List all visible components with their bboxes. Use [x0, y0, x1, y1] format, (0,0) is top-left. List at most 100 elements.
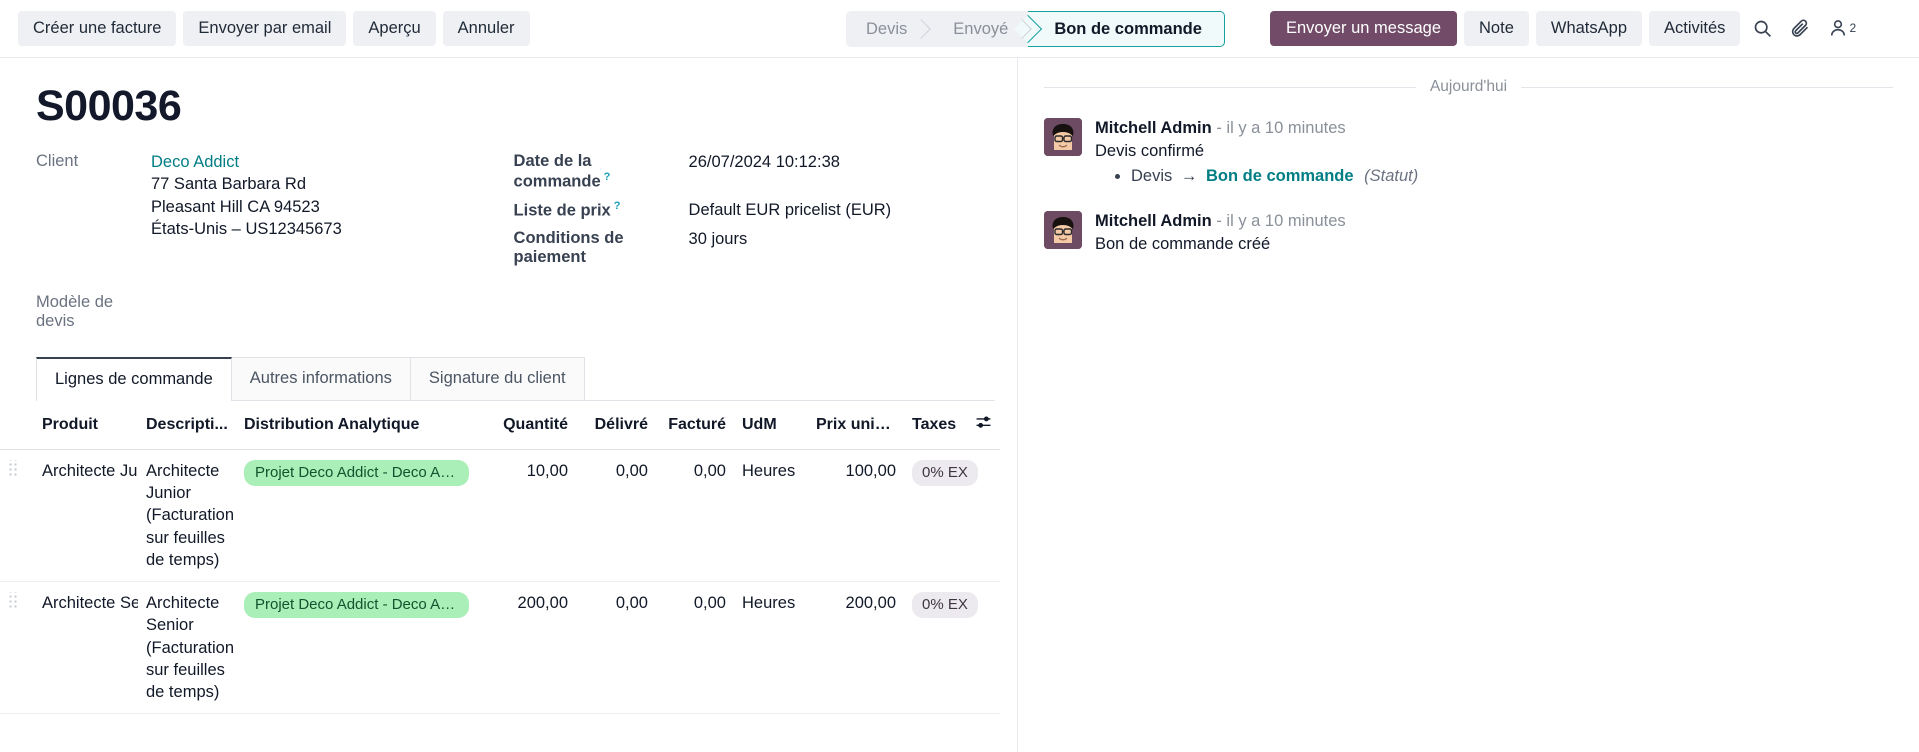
row-uom[interactable]: Heures — [734, 581, 808, 715]
column-product[interactable]: Produit — [34, 400, 138, 450]
quotation-template-label: Modèle de devis — [36, 292, 114, 330]
notebook-tabs: Lignes de commande Autres informations S… — [36, 356, 995, 401]
column-invoiced[interactable]: Facturé — [656, 400, 734, 450]
row-drag-handle-cell[interactable] — [0, 449, 34, 583]
form-columns: Client Deco Addict 77 Santa Barbara Rd P… — [22, 151, 995, 274]
pricelist-value[interactable]: Default EUR pricelist (EUR) — [689, 199, 892, 221]
chatter-panel: Aujourd'hui Mitchell Admin - il y a 10 m… — [1018, 58, 1919, 752]
analytic-tag[interactable]: Projet Deco Addict - Deco Add... — [244, 592, 469, 619]
column-description[interactable]: Descripti... — [138, 400, 236, 450]
column-delivered[interactable]: Délivré — [576, 400, 656, 450]
order-lines-header: Produit Descripti... Distribution Analyt… — [0, 400, 1000, 450]
row-delivered[interactable]: 0,00 — [576, 581, 656, 715]
message-text: Devis confirmé — [1095, 142, 1205, 160]
tracking-new-value: Bon de commande — [1205, 167, 1354, 185]
message-author[interactable]: Mitchell Admin — [1095, 119, 1212, 137]
column-analytic-distribution[interactable]: Distribution Analytique — [236, 400, 478, 450]
row-uom[interactable]: Heures — [734, 449, 808, 583]
drag-handle-icon[interactable] — [8, 592, 19, 610]
action-button-group: Créer une facture Envoyer par email Aper… — [18, 11, 530, 46]
whatsapp-button[interactable]: WhatsApp — [1535, 11, 1642, 46]
tax-tag[interactable]: 0% EX — [912, 459, 978, 487]
column-unit-price[interactable]: Prix unita... — [808, 400, 904, 450]
customer-label: Client — [36, 152, 79, 170]
status-step-bon-de-commande[interactable]: Bon de commande — [1028, 11, 1225, 47]
row-unit-price[interactable]: 100,00 — [808, 449, 904, 583]
row-description[interactable]: Architecte Junior (Facturation sur feuil… — [138, 449, 236, 583]
message-author[interactable]: Mitchell Admin — [1095, 212, 1212, 230]
avatar[interactable] — [1044, 118, 1082, 156]
row-unit-price[interactable]: 200,00 — [808, 581, 904, 715]
row-product[interactable]: Architecte Jur — [34, 449, 138, 583]
day-separator: Aujourd'hui — [1044, 78, 1893, 96]
message-body: Mitchell Admin - il y a 10 minutes Bon d… — [1095, 211, 1893, 257]
table-row[interactable]: Architecte Ser Architecte Senior (Factur… — [0, 581, 1000, 715]
order-date-field-row: Date de la commande? 26/07/2024 10:12:38 — [514, 151, 995, 192]
analytic-tag[interactable]: Projet Deco Addict - Deco Add... — [244, 459, 469, 487]
row-taxes-cell[interactable]: 0% EX — [904, 581, 978, 715]
chatter-action-group: Envoyer un message Note WhatsApp Activit… — [1270, 11, 1861, 46]
pricelist-label: Liste de prix? — [514, 199, 689, 221]
tracking-old-value: Devis — [1131, 167, 1173, 185]
row-description[interactable]: Architecte Senior (Facturation sur feuil… — [138, 581, 236, 715]
address-line-2: Pleasant Hill CA 94523 — [151, 197, 320, 216]
column-options[interactable] — [966, 400, 1000, 450]
row-invoiced[interactable]: 0,00 — [656, 449, 734, 583]
row-taxes-cell[interactable]: 0% EX — [904, 449, 978, 583]
send-message-button[interactable]: Envoyer un message — [1270, 11, 1458, 46]
search-icon[interactable] — [1747, 14, 1778, 43]
followers-icon[interactable]: 2 — [1823, 14, 1861, 42]
help-icon[interactable]: ? — [604, 171, 611, 183]
tax-tag[interactable]: 0% EX — [912, 592, 978, 619]
column-quantity[interactable]: Quantité — [478, 400, 576, 450]
tab-customer-signature[interactable]: Signature du client — [410, 356, 585, 400]
activities-button[interactable]: Activités — [1649, 11, 1741, 46]
quotation-template-field-row: Modèle de devis — [36, 292, 995, 331]
column-handle — [0, 400, 34, 450]
preview-button[interactable]: Aperçu — [353, 11, 436, 46]
row-quantity[interactable]: 10,00 — [478, 449, 576, 583]
body-container: S00036 Client Deco Addict 77 Santa Barba… — [0, 58, 1919, 752]
payment-terms-value[interactable]: 30 jours — [689, 228, 748, 267]
message-text: Bon de commande créé — [1095, 234, 1271, 253]
page-title: S00036 — [36, 82, 182, 130]
row-delivered[interactable]: 0,00 — [576, 449, 656, 583]
sliders-icon[interactable] — [975, 416, 992, 435]
follower-count: 2 — [1849, 21, 1857, 36]
row-quantity[interactable]: 200,00 — [478, 581, 576, 715]
tab-other-info[interactable]: Autres informations — [231, 356, 411, 400]
order-date-label-text: Date de la commande — [513, 152, 601, 191]
column-uom[interactable]: UdM — [734, 400, 808, 450]
row-analytic-cell[interactable]: Projet Deco Addict - Deco Add... — [236, 581, 478, 715]
cancel-button[interactable]: Annuler — [442, 11, 530, 46]
row-analytic-cell[interactable]: Projet Deco Addict - Deco Add... — [236, 449, 478, 583]
order-lines-body: Architecte Jur Architecte Junior (Factur… — [0, 449, 1000, 715]
address-line-1: 77 Santa Barbara Rd — [151, 175, 307, 194]
send-by-email-button[interactable]: Envoyer par email — [183, 11, 347, 46]
order-date-value[interactable]: 26/07/2024 10:12:38 — [689, 151, 840, 192]
control-panel: Créer une facture Envoyer par email Aper… — [0, 0, 1919, 58]
help-icon[interactable]: ? — [614, 200, 621, 212]
pricelist-label-text: Liste de prix — [513, 201, 611, 219]
row-invoiced[interactable]: 0,00 — [656, 581, 734, 715]
customer-link[interactable]: Deco Addict — [151, 153, 239, 171]
row-product[interactable]: Architecte Ser — [34, 581, 138, 715]
status-step-envoye[interactable]: Envoyé — [927, 11, 1028, 47]
drag-handle-icon[interactable] — [8, 459, 19, 477]
tab-order-lines[interactable]: Lignes de commande — [36, 356, 232, 401]
status-step-devis[interactable]: Devis — [846, 11, 927, 47]
table-header-row: Produit Descripti... Distribution Analyt… — [0, 400, 1000, 450]
payment-terms-label: Conditions de paiement — [513, 228, 624, 266]
pricelist-field-row: Liste de prix? Default EUR pricelist (EU… — [514, 199, 995, 221]
form-pane: S00036 Client Deco Addict 77 Santa Barba… — [0, 58, 1018, 752]
row-drag-handle-cell[interactable] — [0, 581, 34, 715]
order-date-label: Date de la commande? — [514, 151, 689, 192]
table-row[interactable]: Architecte Jur Architecte Junior (Factur… — [0, 449, 1000, 583]
status-bar: Devis Envoyé Bon de commande — [846, 11, 1225, 47]
log-note-button[interactable]: Note — [1464, 11, 1529, 46]
avatar[interactable] — [1044, 210, 1082, 249]
paperclip-icon[interactable] — [1785, 14, 1816, 43]
create-invoice-button[interactable]: Créer une facture — [18, 11, 177, 46]
column-taxes[interactable]: Taxes — [904, 400, 966, 450]
customer-field-row: Client Deco Addict 77 Santa Barbara Rd P… — [36, 151, 514, 240]
